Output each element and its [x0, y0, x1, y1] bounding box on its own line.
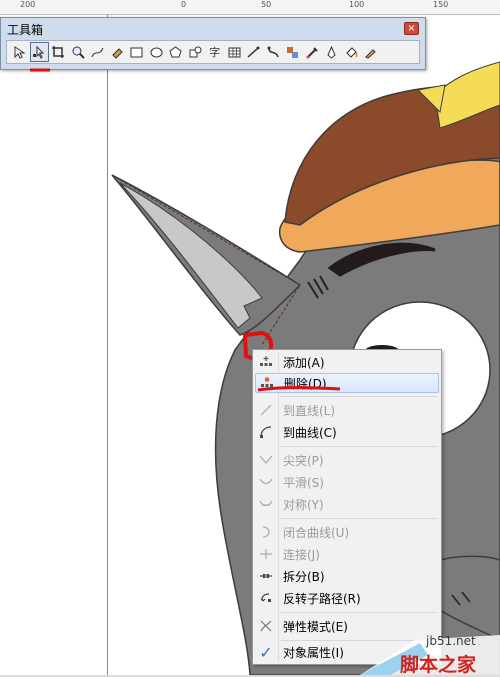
- ruler-label: 150: [433, 0, 449, 9]
- fill-bucket-tool-button[interactable]: [342, 42, 362, 62]
- dimension-tool-icon: [247, 46, 260, 58]
- rectangle-tool-button[interactable]: [127, 42, 147, 62]
- interactive-blend-tool-button[interactable]: [283, 42, 303, 62]
- text-tool-button[interactable]: 字: [205, 42, 225, 62]
- rectangle-tool-icon: [130, 47, 143, 57]
- ellipse-tool-button[interactable]: [147, 42, 167, 62]
- freehand-tool-button[interactable]: [88, 42, 108, 62]
- menu-item-label: 对象属性(I): [283, 645, 344, 660]
- ruler-label: 200: [20, 0, 36, 9]
- symmetric-icon: [255, 495, 277, 513]
- menu-item-label: 到曲线(C): [283, 425, 337, 440]
- smart-fill-tool-button[interactable]: [108, 42, 128, 62]
- watermark-site-name: 脚本之家: [400, 654, 477, 676]
- to-curve-icon: [255, 423, 277, 441]
- menu-item-label: 弹性模式(E): [283, 619, 348, 634]
- menu-item-smooth[interactable]: 平滑(S): [255, 472, 439, 492]
- menu-separator: [281, 446, 437, 447]
- menu-item-add[interactable]: 添加(A): [255, 352, 439, 372]
- menu-item-label: 反转子路径(R): [283, 591, 361, 606]
- menu-separator: [281, 396, 437, 397]
- polygon-tool-button[interactable]: [166, 42, 186, 62]
- to-line-icon: [255, 401, 277, 419]
- menu-separator: [281, 518, 437, 519]
- menu-item-reverse-subpath[interactable]: 反转子路径(R): [255, 588, 439, 608]
- fill-bucket-tool-icon: [346, 46, 358, 58]
- toolbox-title: 工具箱: [7, 23, 44, 37]
- table-tool-icon: [228, 47, 241, 57]
- text-tool-icon: 字: [209, 46, 221, 59]
- add-node-icon: [255, 353, 277, 371]
- basic-shapes-tool-button[interactable]: [186, 42, 206, 62]
- interactive-fill-tool-button[interactable]: [361, 42, 381, 62]
- crop-tool-button[interactable]: [49, 42, 69, 62]
- shape-tool-button[interactable]: [29, 42, 49, 62]
- smart-fill-tool-icon: [112, 47, 123, 59]
- menu-item-label: 对称(Y): [283, 497, 324, 512]
- join-icon: [255, 545, 277, 563]
- close-button[interactable]: ×: [404, 22, 419, 35]
- menu-item-to-curve[interactable]: 到曲线(C): [255, 422, 439, 442]
- menu-separator: [281, 612, 437, 613]
- polygon-tool-icon: [169, 45, 182, 57]
- ruler-label: 0: [181, 0, 187, 9]
- connector-tool-button[interactable]: [264, 42, 284, 62]
- menu-item-label: 到直线(L): [283, 403, 336, 418]
- delete-underline-mark: [257, 386, 341, 392]
- tool-strip: 字: [6, 40, 420, 64]
- menu-item-label: 尖突(P): [283, 453, 324, 468]
- interactive-fill-tool-icon: [365, 48, 376, 59]
- zoom-tool-button[interactable]: [69, 42, 89, 62]
- ellipse-tool-icon: [150, 47, 163, 57]
- close-curve-icon: [255, 523, 277, 541]
- break-icon: [255, 567, 277, 585]
- menu-item-label: 连接(J): [283, 547, 320, 562]
- page-border: [107, 15, 108, 675]
- elastic-mode-icon: [255, 617, 277, 635]
- menu-item-label: 闭合曲线(U): [283, 525, 350, 540]
- cusp-icon: [255, 451, 277, 469]
- interactive-blend-tool-icon: [287, 46, 299, 58]
- menu-item-symmetric[interactable]: 对称(Y): [255, 494, 439, 514]
- crop-tool-icon: [52, 45, 65, 58]
- horizontal-ruler: 200 0 50 100 150: [0, 0, 500, 15]
- freehand-tool-icon: [91, 47, 104, 57]
- connector-tool-icon: [267, 46, 279, 57]
- menu-item-break[interactable]: 拆分(B): [255, 566, 439, 586]
- outline-pen-tool-button[interactable]: [322, 42, 342, 62]
- dimension-tool-button[interactable]: [244, 42, 264, 62]
- menu-item-label: 拆分(B): [283, 569, 325, 584]
- menu-item-label: 平滑(S): [283, 475, 324, 490]
- menu-item-to-line[interactable]: 到直线(L): [255, 400, 439, 420]
- menu-item-join[interactable]: 连接(J): [255, 544, 439, 564]
- shape-tool-icon: [32, 45, 44, 59]
- eyedropper-tool-button[interactable]: [303, 42, 323, 62]
- outline-pen-tool-icon: [327, 45, 336, 59]
- smooth-icon: [255, 473, 277, 491]
- menu-item-label: 添加(A): [283, 355, 325, 370]
- toolbox-window[interactable]: 工具箱 × 字: [0, 17, 426, 70]
- checkmark-icon: ✓: [259, 642, 273, 662]
- active-tool-underline-mark: [30, 68, 50, 72]
- basic-shapes-tool-icon: [189, 46, 202, 57]
- menu-item-cusp[interactable]: 尖突(P): [255, 450, 439, 470]
- menu-item-close-curve[interactable]: 闭合曲线(U): [255, 522, 439, 542]
- zoom-tool-icon: [72, 46, 85, 59]
- pick-tool-icon: [14, 45, 26, 59]
- table-tool-button[interactable]: [225, 42, 245, 62]
- watermark-url: jb51.net: [426, 634, 476, 648]
- pick-tool-button[interactable]: [10, 42, 30, 62]
- ruler-label: 100: [349, 0, 365, 9]
- eyedropper-tool-icon: [306, 46, 318, 58]
- reverse-subpath-icon: [255, 589, 277, 607]
- ruler-label: 50: [261, 0, 272, 9]
